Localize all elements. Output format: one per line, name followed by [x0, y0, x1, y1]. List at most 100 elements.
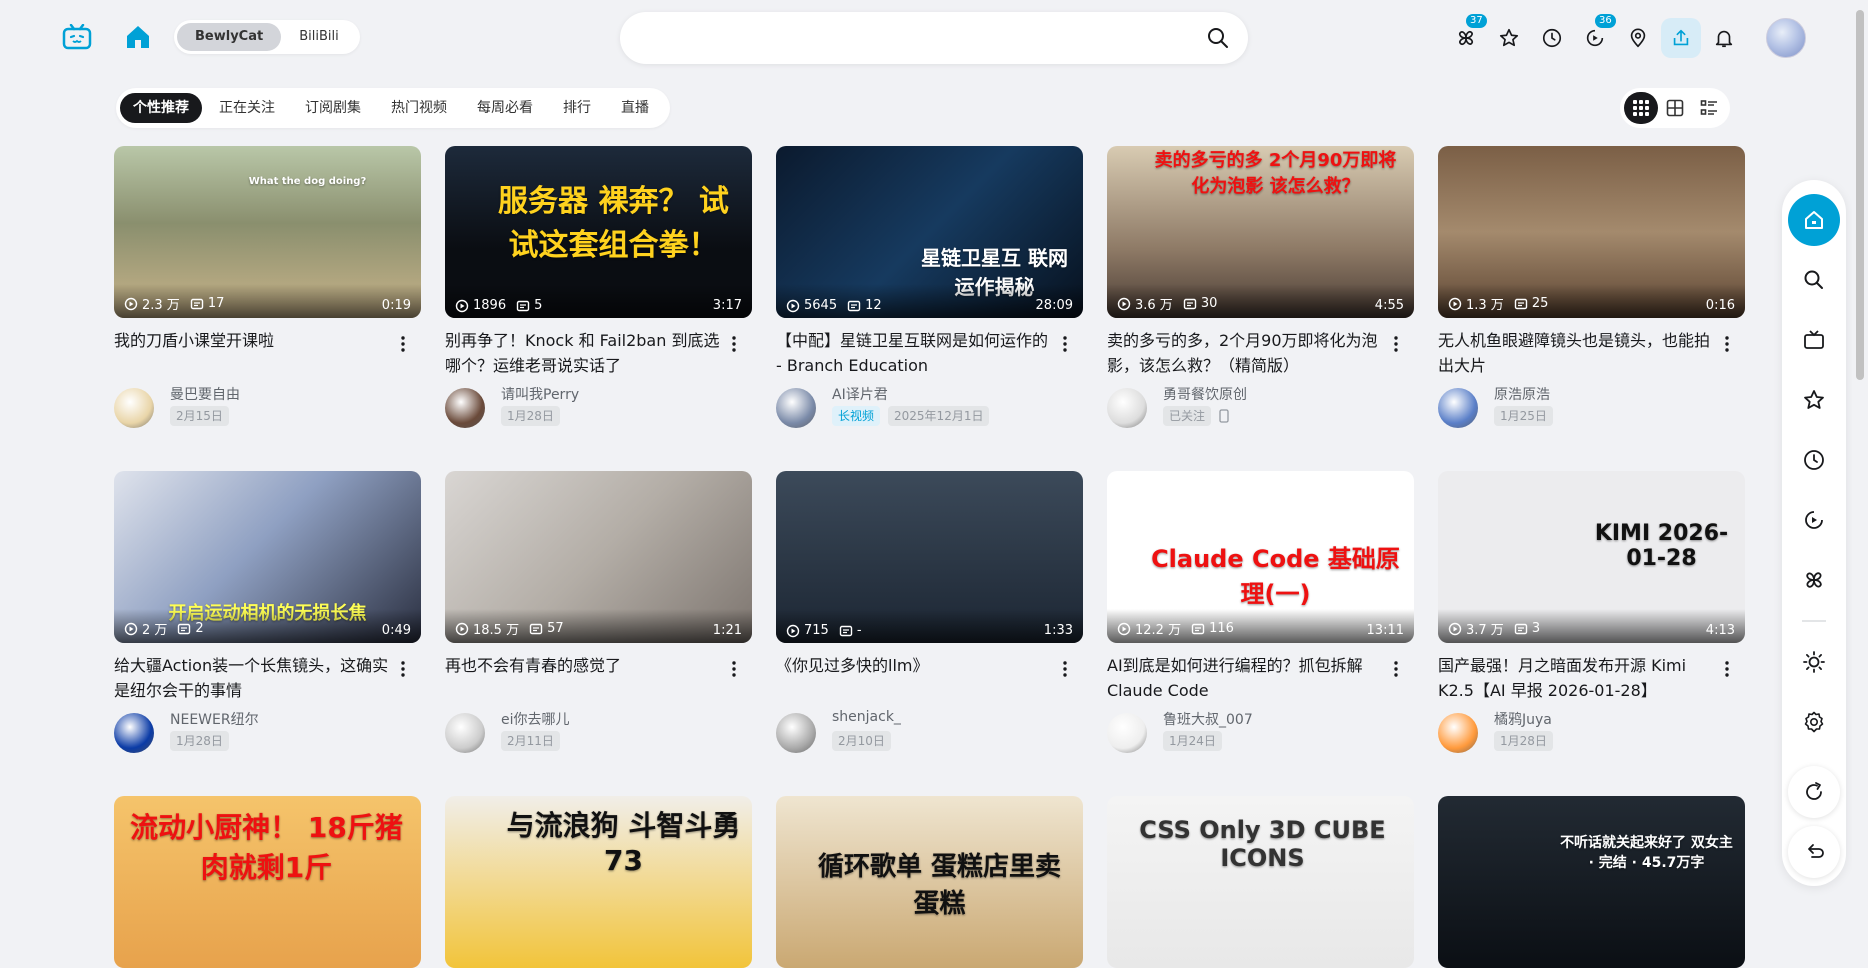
- source-option-bewlycat[interactable]: BewlyCat: [177, 23, 282, 51]
- page-scrollbar[interactable]: [1852, 0, 1868, 941]
- uploader-name[interactable]: 请叫我Perry: [501, 384, 579, 404]
- dock-moments-button[interactable]: [1788, 554, 1840, 606]
- video-card[interactable]: 1.3 万 25 0:16 无人机鱼眼避障镜头也是镜头，也能拍出大片 原浩原浩 1月25日: [1438, 146, 1745, 430]
- video-thumbnail[interactable]: 18.5 万 57 1:21: [445, 471, 752, 643]
- video-title[interactable]: 无人机鱼眼避障镜头也是镜头，也能拍出大片: [1438, 328, 1745, 378]
- dock-home-button[interactable]: [1788, 194, 1840, 246]
- uploader-avatar[interactable]: [1438, 388, 1478, 428]
- dock-favorites-button[interactable]: [1788, 374, 1840, 426]
- video-thumbnail[interactable]: 715 - 1:33: [776, 471, 1083, 643]
- search-box[interactable]: [620, 12, 1248, 64]
- more-options-icon[interactable]: [1057, 334, 1073, 354]
- video-card[interactable]: 18.5 万 57 1:21 再也不会有青春的感觉了 ei你去哪儿 2月11日: [445, 471, 752, 755]
- dock-watch-later-button[interactable]: [1788, 494, 1840, 546]
- video-thumbnail[interactable]: Claude Code 基础原理(一) 12.2 万 116 13:11: [1107, 471, 1414, 643]
- video-thumbnail[interactable]: 流动小厨神！ 18斤猪肉就剩1斤: [114, 796, 421, 968]
- more-options-icon[interactable]: [1719, 334, 1735, 354]
- video-title[interactable]: 别再争了！Knock 和 Fail2ban 到底选哪个？运维老哥说实话了: [445, 328, 752, 378]
- grid-view-button[interactable]: [1658, 92, 1692, 124]
- uploader-name[interactable]: shenjack_: [832, 709, 901, 725]
- video-thumbnail[interactable]: 星链卫星互 联网运作揭秘56451228:09: [776, 146, 1083, 318]
- video-thumbnail[interactable]: 与流浪狗 斗智斗勇73: [445, 796, 752, 968]
- favorites-button[interactable]: [1489, 18, 1529, 58]
- uploader-avatar[interactable]: [1107, 388, 1147, 428]
- tab-following[interactable]: 正在关注: [206, 93, 288, 123]
- tab-weekly[interactable]: 每周必看: [464, 93, 546, 123]
- tab-ranking[interactable]: 排行: [550, 93, 604, 123]
- video-title[interactable]: 【中配】星链卫星互联网是如何运作的 - Branch Education: [776, 328, 1083, 378]
- video-thumbnail[interactable]: 开启运动相机的无损长焦2 万20:49: [114, 471, 421, 643]
- video-card[interactable]: 流动小厨神！ 18斤猪肉就剩1斤: [114, 796, 421, 968]
- tab-recommended[interactable]: 个性推荐: [120, 93, 202, 123]
- more-options-icon[interactable]: [395, 334, 411, 354]
- video-card[interactable]: What the dog doing? 2.3 万 17 0:19 我的刀盾小课堂开课啦…: [114, 146, 421, 430]
- video-thumbnail[interactable]: KIMI 2026-01-28 3.7 万 3 4:13: [1438, 471, 1745, 643]
- video-card[interactable]: 服务器 裸奔？ 试试这套组合拳！ 1896 5 3:17 别再争了！Knock 和 Fa…: [445, 146, 752, 430]
- uploader-name[interactable]: AI译片君: [832, 384, 888, 404]
- grid-dense-view-button[interactable]: [1624, 92, 1658, 124]
- scrollbar-thumb[interactable]: [1856, 10, 1864, 380]
- video-card[interactable]: CSS Only 3D CUBE ICONS: [1107, 796, 1414, 968]
- uploader-name[interactable]: 曼巴要自由: [170, 384, 240, 404]
- uploader-name[interactable]: NEEWER纽尔: [170, 709, 259, 729]
- dock-search-button[interactable]: [1788, 254, 1840, 306]
- dock-history-button[interactable]: [1788, 434, 1840, 486]
- uploader-name[interactable]: 原浩原浩: [1494, 384, 1550, 404]
- bilibili-logo-icon[interactable]: [62, 24, 92, 50]
- uploader-name[interactable]: ei你去哪儿: [501, 709, 570, 729]
- uploader-avatar[interactable]: [776, 388, 816, 428]
- video-thumbnail[interactable]: 1.3 万 25 0:16: [1438, 146, 1745, 318]
- more-options-icon[interactable]: [1719, 659, 1735, 679]
- video-card[interactable]: 715 - 1:33 《你见过多快的llm》 shenjack_ 2月10日: [776, 471, 1083, 755]
- dock-refresh-button[interactable]: [1788, 766, 1840, 818]
- home-icon[interactable]: [124, 24, 152, 50]
- uploader-avatar[interactable]: [1438, 713, 1478, 753]
- video-card[interactable]: 开启运动相机的无损长焦2 万20:49给大疆Action装一个长焦镜头，这确实是…: [114, 471, 421, 755]
- search-input[interactable]: [642, 24, 1202, 52]
- video-title[interactable]: 再也不会有青春的感觉了: [445, 653, 752, 703]
- uploader-avatar[interactable]: [114, 713, 154, 753]
- video-thumbnail[interactable]: 循环歌单 蛋糕店里卖蛋糕: [776, 796, 1083, 968]
- tab-subscribed-series[interactable]: 订阅剧集: [292, 93, 374, 123]
- uploader-avatar[interactable]: [445, 388, 485, 428]
- video-title[interactable]: AI到底是如何进行编程的？抓包拆解Claude Code: [1107, 653, 1414, 703]
- video-title[interactable]: 国产最强！月之暗面发布开源 Kimi K2.5【AI 早报 2026-01-28…: [1438, 653, 1745, 703]
- video-card[interactable]: 卖的多亏的多 2个月90万即将化为泡影 该怎么救？ 3.6 万 30 4:55 卖的多亏…: [1107, 146, 1414, 430]
- tab-live[interactable]: 直播: [608, 93, 662, 123]
- list-view-button[interactable]: [1692, 92, 1726, 124]
- more-options-icon[interactable]: [726, 659, 742, 679]
- uploader-avatar[interactable]: [445, 713, 485, 753]
- video-thumbnail[interactable]: 不听话就关起来好了 双女主 · 完结 · 45.7万字: [1438, 796, 1745, 968]
- video-card[interactable]: 与流浪狗 斗智斗勇73: [445, 796, 752, 968]
- uploader-name[interactable]: 鲁班大叔_007: [1163, 709, 1253, 729]
- search-icon[interactable]: [1206, 26, 1230, 50]
- dock-theme-button[interactable]: [1788, 636, 1840, 688]
- uploader-avatar[interactable]: [776, 713, 816, 753]
- video-card[interactable]: 星链卫星互 联网运作揭秘56451228:09 【中配】星链卫星互联网是如何运作的…: [776, 146, 1083, 430]
- uploader-avatar[interactable]: [114, 388, 154, 428]
- video-thumbnail[interactable]: CSS Only 3D CUBE ICONS: [1107, 796, 1414, 968]
- uploader-avatar[interactable]: [1107, 713, 1147, 753]
- video-title[interactable]: 卖的多亏的多，2个月90万即将化为泡影，该怎么救？（精简版）: [1107, 328, 1414, 378]
- dock-settings-button[interactable]: [1788, 696, 1840, 748]
- video-thumbnail[interactable]: 卖的多亏的多 2个月90万即将化为泡影 该怎么救？ 3.6 万 30 4:55: [1107, 146, 1414, 318]
- upload-button[interactable]: [1661, 18, 1701, 58]
- notifications-button[interactable]: [1704, 18, 1744, 58]
- video-title[interactable]: 《你见过多快的llm》: [776, 653, 1083, 703]
- dock-back-button[interactable]: [1788, 826, 1840, 878]
- more-options-icon[interactable]: [1388, 659, 1404, 679]
- dock-anime-button[interactable]: [1788, 314, 1840, 366]
- more-options-icon[interactable]: [395, 659, 411, 679]
- user-avatar[interactable]: [1766, 18, 1806, 58]
- video-thumbnail[interactable]: 服务器 裸奔？ 试试这套组合拳！ 1896 5 3:17: [445, 146, 752, 318]
- more-options-icon[interactable]: [1057, 659, 1073, 679]
- uploader-name[interactable]: 勇哥餐饮原创: [1163, 384, 1247, 404]
- watch-later-button[interactable]: 36: [1575, 14, 1616, 58]
- location-button[interactable]: [1618, 18, 1658, 58]
- video-card[interactable]: 不听话就关起来好了 双女主 · 完结 · 45.7万字: [1438, 796, 1745, 968]
- tab-trending[interactable]: 热门视频: [378, 93, 460, 123]
- more-options-icon[interactable]: [726, 334, 742, 354]
- moments-button[interactable]: 37: [1446, 14, 1487, 58]
- video-card[interactable]: 循环歌单 蛋糕店里卖蛋糕: [776, 796, 1083, 968]
- video-card[interactable]: Claude Code 基础原理(一) 12.2 万 116 13:11 AI到底是如何…: [1107, 471, 1414, 755]
